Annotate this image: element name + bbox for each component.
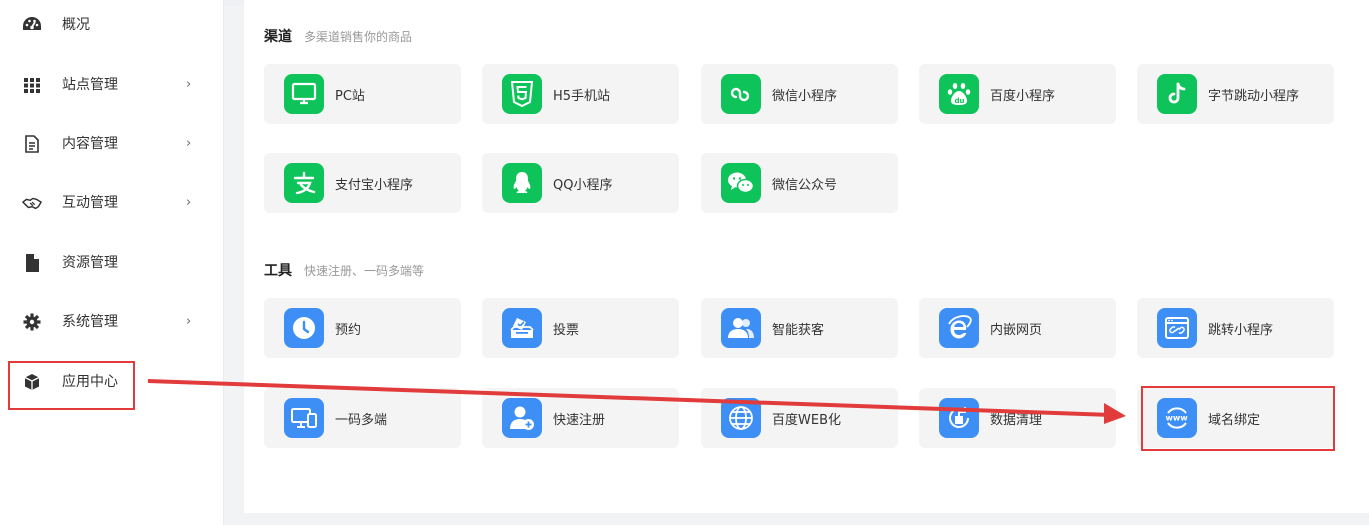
channel-card-h5[interactable]: H5手机站 — [482, 64, 679, 124]
chevron-right-icon: › — [186, 76, 192, 92]
gear-icon — [22, 312, 42, 332]
channel-card-baidu[interactable]: du 百度小程序 — [919, 64, 1116, 124]
handshake-icon — [22, 193, 42, 213]
sidebar-item-label: 内容管理 — [62, 136, 118, 152]
highlight-box-domain-binding — [1141, 386, 1335, 451]
devices-icon — [284, 398, 324, 438]
sidebar: 概况 站点管理 › 内容管理 › 互动管理 › 资源管理 系统管理 › 应用中心 — [0, 0, 224, 525]
chevron-right-icon: › — [186, 135, 192, 151]
channels-title: 渠道 — [264, 29, 292, 45]
card-label: QQ小程序 — [553, 177, 613, 193]
ie-browser-icon — [939, 308, 979, 348]
sidebar-item-content-management[interactable]: 内容管理 › — [0, 123, 224, 163]
sidebar-item-label: 互动管理 — [62, 195, 118, 211]
card-label: 微信小程序 — [772, 88, 838, 104]
sidebar-item-overview[interactable]: 概况 — [0, 4, 224, 44]
card-label: 字节跳动小程序 — [1208, 88, 1300, 104]
users-icon — [721, 308, 761, 348]
alipay-icon — [284, 163, 324, 203]
tools-title: 工具 — [264, 263, 292, 279]
html5-icon — [502, 74, 542, 114]
qq-penguin-icon — [502, 163, 542, 203]
card-label: H5手机站 — [553, 88, 611, 104]
monitor-icon — [284, 74, 324, 114]
tool-card-embedded-web[interactable]: 内嵌网页 — [919, 298, 1116, 358]
data-clean-icon — [939, 398, 979, 438]
tool-card-smart-leads[interactable]: 智能获客 — [701, 298, 898, 358]
channel-card-alipay[interactable]: 支付宝小程序 — [264, 153, 461, 213]
wechat-miniprogram-icon — [721, 74, 761, 114]
clock-icon — [284, 308, 324, 348]
chevron-right-icon: › — [186, 313, 192, 329]
sidebar-item-interaction-management[interactable]: 互动管理 › — [0, 182, 224, 222]
wechat-icon — [721, 163, 761, 203]
channel-card-pc[interactable]: PC站 — [264, 64, 461, 124]
sidebar-item-label: 资源管理 — [62, 255, 118, 271]
baidu-paw-icon: du — [939, 74, 979, 114]
tools-header: 工具 快速注册、一码多端等 — [264, 260, 424, 280]
channel-card-bytedance[interactable]: 字节跳动小程序 — [1137, 64, 1334, 124]
tool-card-data-cleanup[interactable]: 数据清理 — [919, 388, 1116, 448]
chevron-right-icon: › — [186, 194, 192, 210]
card-label: PC站 — [335, 88, 365, 104]
highlight-box-app-center — [8, 361, 135, 410]
sidebar-item-site-management[interactable]: 站点管理 › — [0, 64, 224, 104]
card-label: 智能获客 — [772, 322, 825, 338]
file-icon — [22, 253, 42, 273]
card-label: 快速注册 — [553, 412, 606, 428]
channel-card-wechat-miniprogram[interactable]: 微信小程序 — [701, 64, 898, 124]
tool-card-jump-miniprogram[interactable]: 跳转小程序 — [1137, 298, 1334, 358]
sidebar-item-label: 概况 — [62, 17, 90, 33]
channel-card-qq[interactable]: QQ小程序 — [482, 153, 679, 213]
channels-header: 渠道 多渠道销售你的商品 — [264, 26, 412, 46]
card-label: 一码多端 — [335, 412, 388, 428]
channel-card-wechat-official[interactable]: 微信公众号 — [701, 153, 898, 213]
card-label: 投票 — [553, 322, 580, 338]
tool-card-multi-terminal[interactable]: 一码多端 — [264, 388, 461, 448]
dashboard-icon — [22, 15, 42, 35]
card-label: 数据清理 — [990, 412, 1043, 428]
grid-icon — [22, 75, 42, 95]
card-label: 百度WEB化 — [772, 412, 841, 428]
tool-card-vote[interactable]: 投票 — [482, 298, 679, 358]
ballot-box-icon — [502, 308, 542, 348]
sidebar-item-label: 站点管理 — [62, 77, 118, 93]
add-user-icon — [502, 398, 542, 438]
svg-text:du: du — [955, 97, 965, 105]
tools-subtitle: 快速注册、一码多端等 — [304, 264, 425, 278]
card-label: 内嵌网页 — [990, 322, 1043, 338]
tool-card-appointment[interactable]: 预约 — [264, 298, 461, 358]
browser-link-icon — [1157, 308, 1197, 348]
card-label: 预约 — [335, 322, 362, 338]
sidebar-item-system-management[interactable]: 系统管理 › — [0, 301, 224, 341]
card-label: 跳转小程序 — [1208, 322, 1274, 338]
card-label: 百度小程序 — [990, 88, 1056, 104]
channels-subtitle: 多渠道销售你的商品 — [304, 30, 413, 44]
document-icon — [22, 134, 42, 154]
card-label: 微信公众号 — [772, 177, 838, 193]
sidebar-item-label: 系统管理 — [62, 314, 118, 330]
tiktok-icon — [1157, 74, 1197, 114]
sidebar-item-resource-management[interactable]: 资源管理 — [0, 242, 224, 282]
card-label: 支付宝小程序 — [335, 177, 414, 193]
tool-card-quick-register[interactable]: 快速注册 — [482, 388, 679, 448]
tool-card-baidu-web[interactable]: 百度WEB化 — [701, 388, 898, 448]
globe-icon — [721, 398, 761, 438]
